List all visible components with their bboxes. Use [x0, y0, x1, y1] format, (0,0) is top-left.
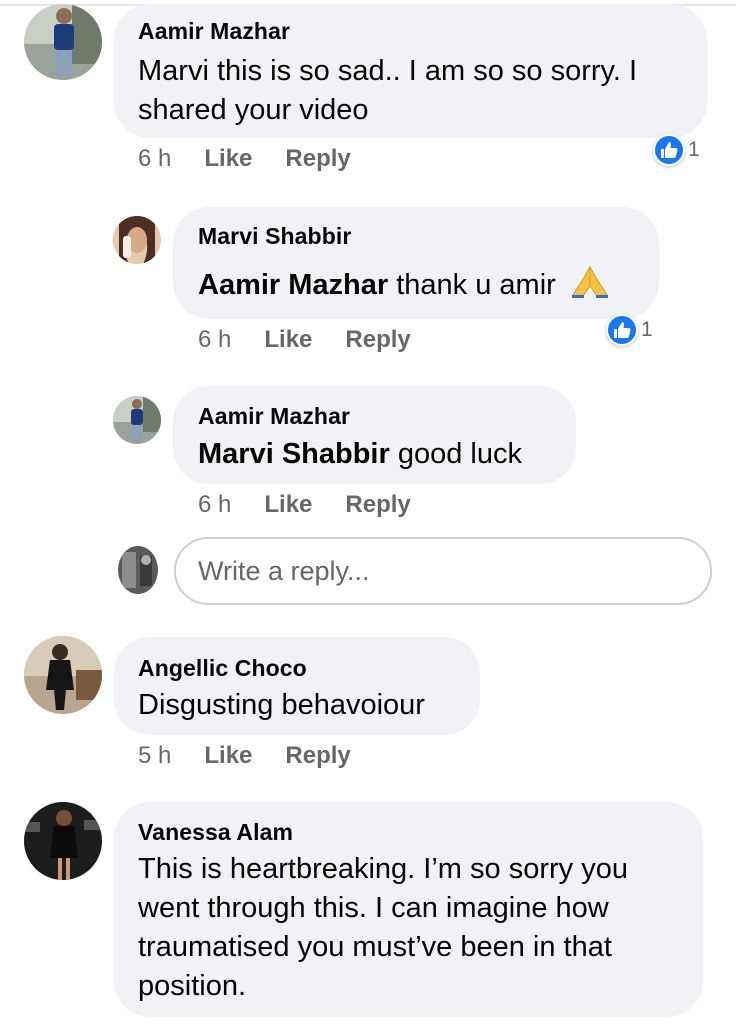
reaction-summary[interactable]: 1 [653, 133, 700, 167]
comment-text: Marvi this is so sad.. I am so so sorry.… [138, 52, 637, 130]
thumbs-up-icon [606, 314, 638, 346]
comment-timestamp[interactable]: 6 h [138, 145, 171, 173]
comment-author[interactable]: Angellic Choco [138, 655, 307, 682]
reply-button[interactable]: Reply [285, 145, 350, 173]
comment-author[interactable]: Marvi Shabbir [198, 223, 351, 250]
comment-author[interactable]: Aamir Mazhar [138, 18, 290, 45]
current-user-avatar [118, 546, 158, 594]
avatar-photo [118, 546, 158, 594]
reply-input-container[interactable] [174, 537, 712, 605]
mention-link[interactable]: Aamir Mazhar [198, 269, 388, 301]
like-button[interactable]: Like [264, 326, 312, 354]
avatar-photo [24, 636, 102, 714]
comment-text-line: traumatised you must’ve been in that [138, 931, 612, 963]
avatar-photo [113, 216, 161, 264]
comment-timestamp[interactable]: 5 h [138, 742, 171, 770]
reply-button[interactable]: Reply [345, 326, 410, 354]
reaction-summary[interactable]: 1 [606, 313, 653, 347]
comment-text-body: thank u amir [396, 269, 556, 301]
comment-author[interactable]: Aamir Mazhar [198, 403, 350, 430]
avatar-angellic-choco[interactable] [24, 636, 102, 714]
comment-text: This is heartbreaking. I’m so sorry you … [138, 850, 628, 1006]
comment-text: Aamir Mazhar thank u amir [198, 264, 610, 309]
comment-timestamp[interactable]: 6 h [198, 491, 231, 519]
mention-link[interactable]: Marvi Shabbir [198, 438, 390, 470]
avatar-vanessa-alam[interactable] [24, 802, 102, 880]
comment-text-body: good luck [397, 438, 522, 470]
comment-author[interactable]: Vanessa Alam [138, 819, 293, 846]
reply-button[interactable]: Reply [285, 742, 350, 770]
comment-text: Disgusting behavoiour [138, 689, 425, 721]
like-button[interactable]: Like [264, 491, 312, 519]
avatar-marvi-shabbir[interactable] [113, 216, 161, 264]
folded-hands-emoji-icon [570, 264, 610, 309]
avatar-photo [24, 802, 102, 880]
like-button[interactable]: Like [204, 742, 252, 770]
avatar-photo [24, 4, 102, 80]
comment-text-line: went through this. I can imagine how [138, 892, 609, 924]
reaction-count: 1 [688, 138, 700, 161]
comment-text-line: shared your video [138, 94, 369, 126]
comment-text-line: This is heartbreaking. I’m so sorry you [138, 853, 628, 885]
comment-actions: 5 h Like Reply [138, 742, 351, 770]
comment-text-line: Marvi this is so sad.. I am so so sorry.… [138, 55, 638, 87]
comment-actions: 6 h Like Reply [138, 145, 351, 173]
avatar-aamir-mazhar[interactable] [113, 396, 161, 444]
comment-text: Marvi Shabbir good luck [198, 435, 522, 474]
thumbs-up-icon [653, 134, 685, 166]
comment-text-line: position. [138, 970, 247, 1002]
avatar-aamir-mazhar[interactable] [24, 4, 102, 80]
comment-actions: 6 h Like Reply [198, 491, 411, 519]
comment-actions: 6 h Like Reply [198, 326, 411, 354]
reply-input[interactable] [198, 555, 710, 587]
avatar-photo [113, 396, 161, 444]
reaction-count: 1 [641, 318, 653, 341]
like-button[interactable]: Like [204, 145, 252, 173]
comment-timestamp[interactable]: 6 h [198, 326, 231, 354]
reply-button[interactable]: Reply [345, 491, 410, 519]
